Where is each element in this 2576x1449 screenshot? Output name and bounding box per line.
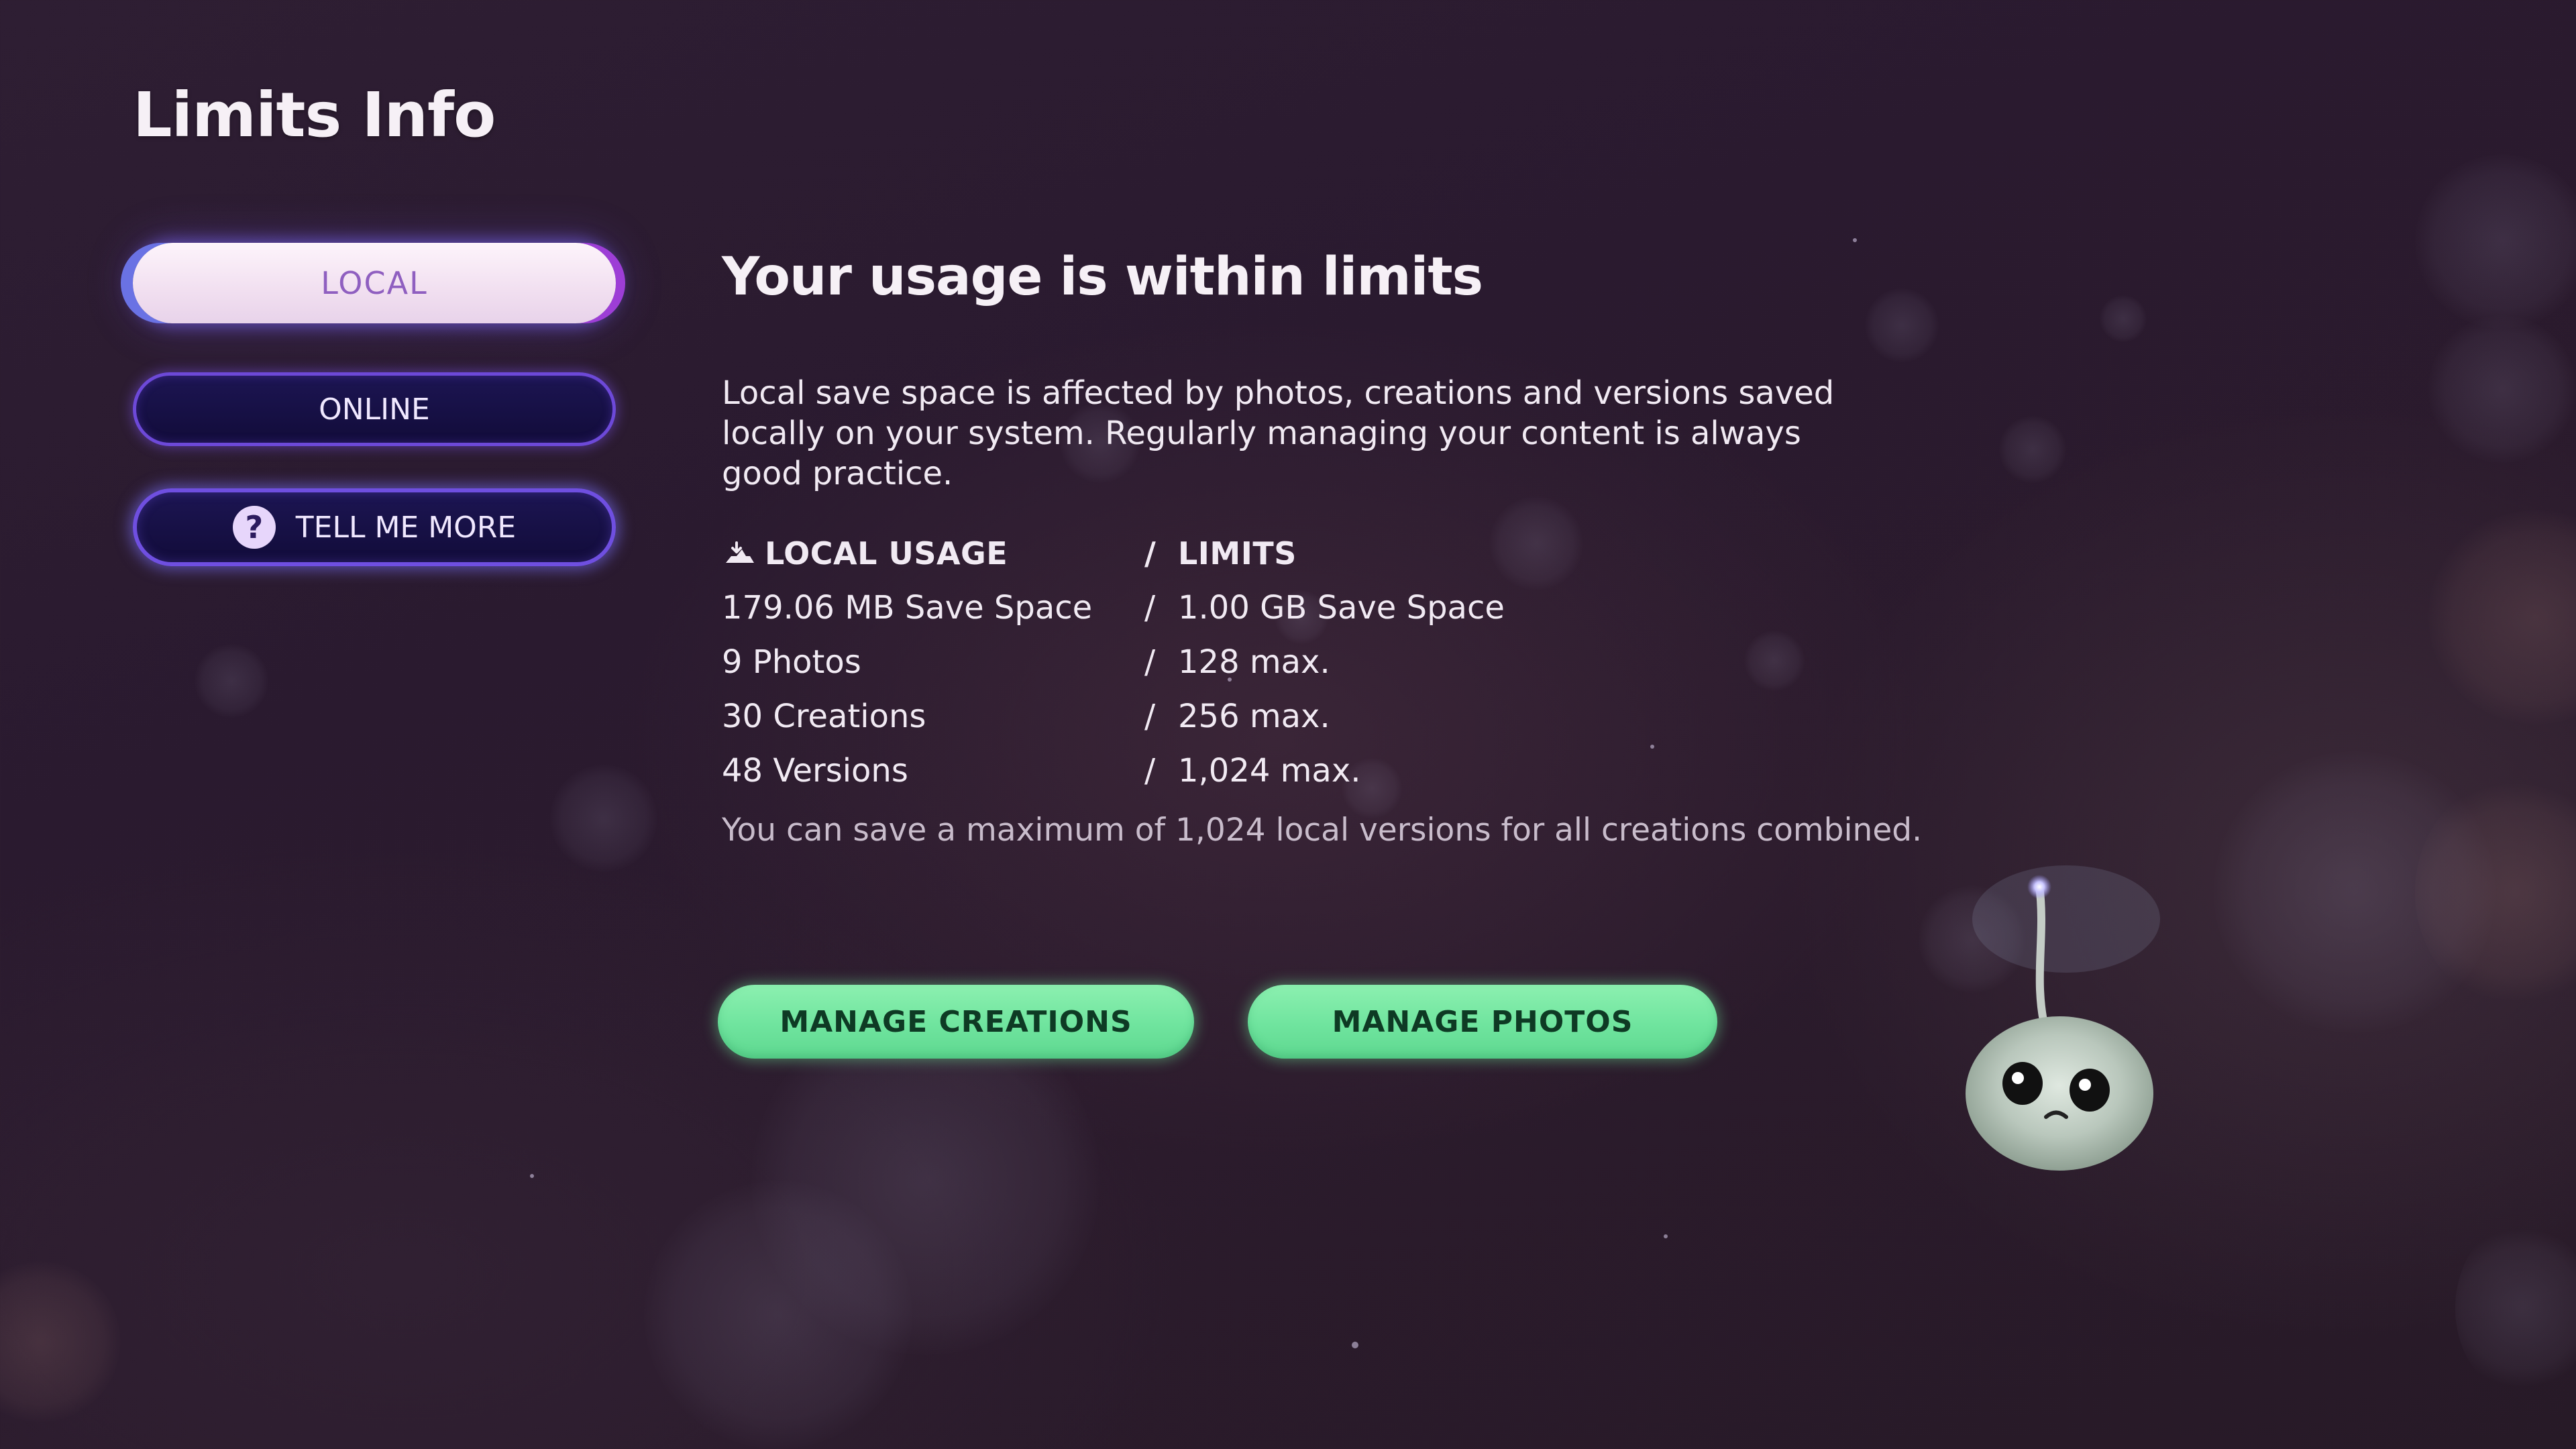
cloud-save-icon	[726, 541, 754, 563]
separator: /	[1144, 643, 1156, 681]
separator: /	[1144, 697, 1156, 735]
table-row: 9 Photos / 128 max.	[722, 635, 1876, 689]
table-row: 48 Versions / 1,024 max.	[722, 743, 1876, 798]
limit-value: 1,024 max.	[1178, 751, 1361, 790]
usage-value: 9 Photos	[722, 643, 861, 681]
usage-table: LOCAL USAGE / LIMITS 179.06 MB Save Space…	[722, 526, 1876, 798]
imp-mascot-icon	[1966, 865, 2160, 1171]
manage-creations-button[interactable]: MANAGE CREATIONS	[718, 985, 1194, 1059]
versions-note: You can save a maximum of 1,024 local ve…	[722, 812, 1923, 849]
usage-value: 30 Creations	[722, 697, 926, 735]
limits-header: LIMITS	[1178, 535, 1297, 572]
tab-local-label: LOCAL	[321, 265, 428, 301]
tell-me-more-label: TELL ME MORE	[295, 510, 517, 545]
status-headline: Your usage is within limits	[722, 247, 1483, 307]
table-row: 30 Creations / 256 max.	[722, 689, 1876, 743]
limit-value: 256 max.	[1178, 697, 1330, 735]
tab-online[interactable]: ONLINE	[133, 372, 616, 446]
usage-value: 48 Versions	[722, 751, 908, 790]
page-title: Limits Info	[133, 79, 496, 151]
help-icon: ?	[232, 506, 276, 549]
local-usage-header: LOCAL USAGE	[765, 535, 1008, 572]
usage-table-header: LOCAL USAGE / LIMITS	[722, 526, 1876, 580]
manage-photos-button[interactable]: MANAGE PHOTOS	[1248, 985, 1717, 1059]
separator: /	[1144, 535, 1157, 572]
usage-value: 179.06 MB Save Space	[722, 588, 1093, 627]
tell-me-more-button[interactable]: ? TELL ME MORE	[133, 488, 616, 566]
tab-local[interactable]: LOCAL	[133, 243, 616, 323]
usage-description: Local save space is affected by photos, …	[722, 374, 1835, 492]
limit-value: 1.00 GB Save Space	[1178, 588, 1505, 627]
separator: /	[1144, 751, 1156, 790]
separator: /	[1144, 588, 1156, 627]
table-row: 179.06 MB Save Space / 1.00 GB Save Space	[722, 580, 1876, 635]
tab-online-label: ONLINE	[319, 392, 430, 427]
limit-value: 128 max.	[1178, 643, 1330, 681]
